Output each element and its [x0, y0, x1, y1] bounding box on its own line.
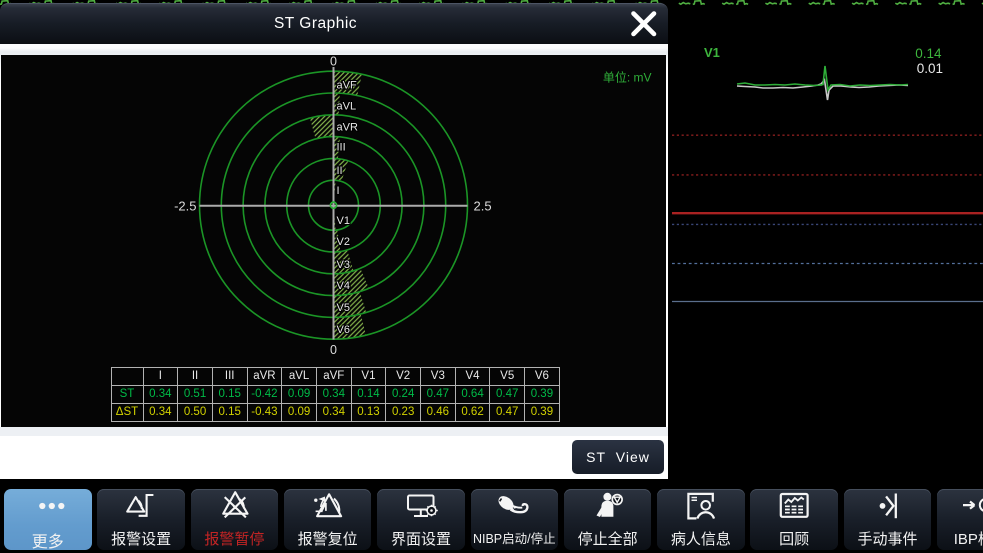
- svg-text:0: 0: [330, 343, 337, 357]
- svg-text:V4: V4: [337, 280, 350, 292]
- svg-text:-2.5: -2.5: [174, 199, 196, 214]
- svg-text:V2: V2: [337, 236, 350, 248]
- svg-text:aVR: aVR: [337, 122, 358, 134]
- svg-text:II: II: [337, 165, 343, 177]
- svg-text:单位: mV: 单位: mV: [603, 70, 652, 85]
- svg-text:V1: V1: [704, 45, 720, 60]
- svg-text:0.01: 0.01: [917, 61, 943, 76]
- svg-text:aVL: aVL: [337, 101, 357, 113]
- svg-text:I: I: [337, 185, 340, 197]
- svg-text:V5: V5: [337, 302, 350, 314]
- svg-text:V1: V1: [337, 215, 350, 227]
- svg-text:aVF: aVF: [337, 79, 357, 91]
- svg-text:0.14: 0.14: [915, 46, 942, 61]
- svg-text:0: 0: [330, 55, 337, 69]
- svg-text:V6: V6: [337, 324, 350, 336]
- svg-text:V3: V3: [337, 259, 350, 271]
- svg-text:III: III: [337, 141, 346, 153]
- svg-text:2.5: 2.5: [474, 199, 492, 214]
